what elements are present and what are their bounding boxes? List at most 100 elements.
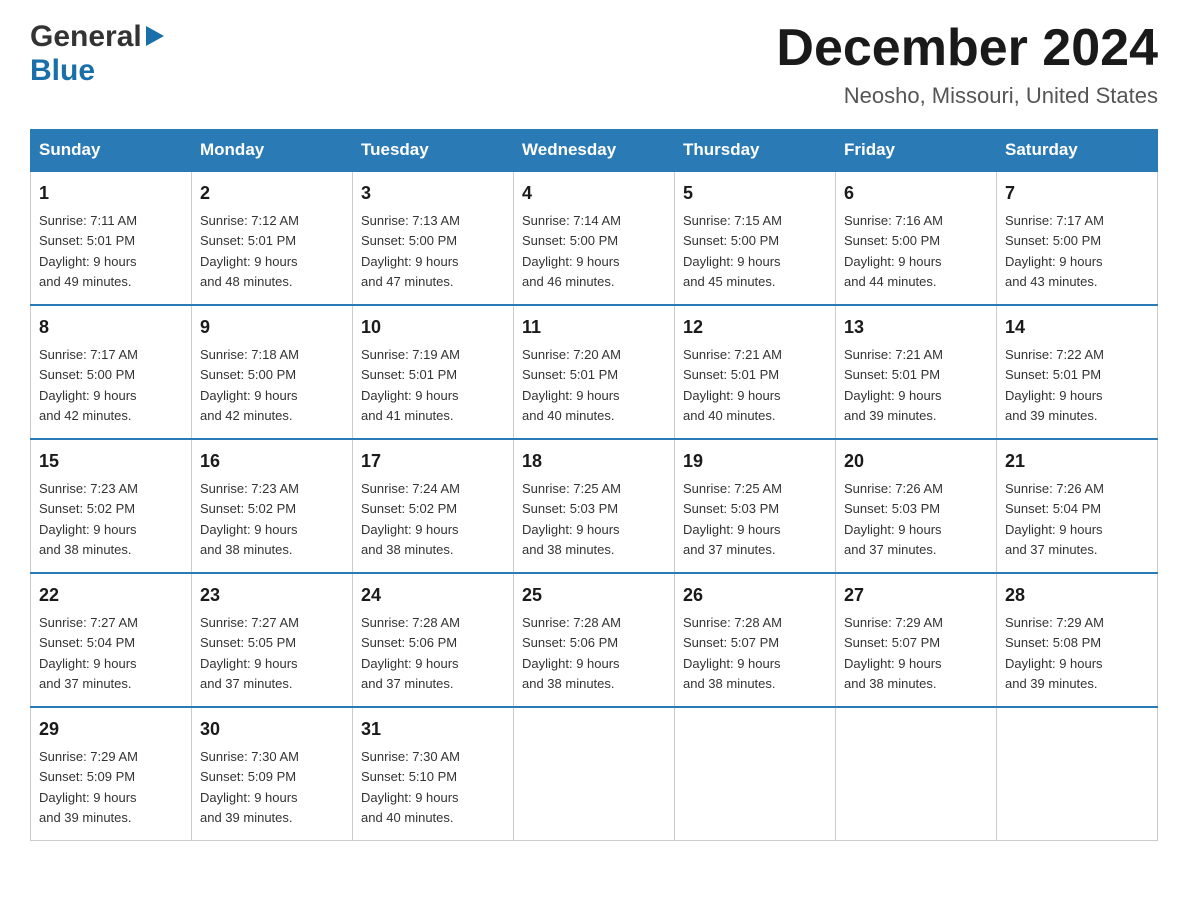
calendar-table: Sunday Monday Tuesday Wednesday Thursday… [30,129,1158,841]
calendar-cell: 31 Sunrise: 7:30 AMSunset: 5:10 PMDaylig… [353,707,514,841]
day-number: 5 [683,180,827,207]
day-number: 30 [200,716,344,743]
calendar-cell: 19 Sunrise: 7:25 AMSunset: 5:03 PMDaylig… [675,439,836,573]
day-info: Sunrise: 7:19 AMSunset: 5:01 PMDaylight:… [361,347,460,423]
day-number: 12 [683,314,827,341]
calendar-cell: 9 Sunrise: 7:18 AMSunset: 5:00 PMDayligh… [192,305,353,439]
calendar-week-row: 29 Sunrise: 7:29 AMSunset: 5:09 PMDaylig… [31,707,1158,841]
calendar-cell: 26 Sunrise: 7:28 AMSunset: 5:07 PMDaylig… [675,573,836,707]
logo: General Blue [30,20,164,88]
calendar-cell: 7 Sunrise: 7:17 AMSunset: 5:00 PMDayligh… [997,171,1158,305]
calendar-cell: 23 Sunrise: 7:27 AMSunset: 5:05 PMDaylig… [192,573,353,707]
day-number: 14 [1005,314,1149,341]
header-saturday: Saturday [997,130,1158,172]
day-number: 31 [361,716,505,743]
day-number: 1 [39,180,183,207]
title-section: December 2024 Neosho, Missouri, United S… [776,20,1158,109]
day-number: 6 [844,180,988,207]
day-info: Sunrise: 7:13 AMSunset: 5:00 PMDaylight:… [361,213,460,289]
day-number: 10 [361,314,505,341]
calendar-cell [675,707,836,841]
day-info: Sunrise: 7:29 AMSunset: 5:08 PMDaylight:… [1005,615,1104,691]
calendar-cell: 3 Sunrise: 7:13 AMSunset: 5:00 PMDayligh… [353,171,514,305]
header-monday: Monday [192,130,353,172]
calendar-cell: 8 Sunrise: 7:17 AMSunset: 5:00 PMDayligh… [31,305,192,439]
calendar-cell: 5 Sunrise: 7:15 AMSunset: 5:00 PMDayligh… [675,171,836,305]
header-sunday: Sunday [31,130,192,172]
header-thursday: Thursday [675,130,836,172]
header-tuesday: Tuesday [353,130,514,172]
day-info: Sunrise: 7:26 AMSunset: 5:04 PMDaylight:… [1005,481,1104,557]
calendar-week-row: 15 Sunrise: 7:23 AMSunset: 5:02 PMDaylig… [31,439,1158,573]
calendar-cell: 21 Sunrise: 7:26 AMSunset: 5:04 PMDaylig… [997,439,1158,573]
day-number: 19 [683,448,827,475]
day-number: 26 [683,582,827,609]
header-friday: Friday [836,130,997,172]
day-number: 8 [39,314,183,341]
calendar-cell: 13 Sunrise: 7:21 AMSunset: 5:01 PMDaylig… [836,305,997,439]
day-info: Sunrise: 7:25 AMSunset: 5:03 PMDaylight:… [522,481,621,557]
day-info: Sunrise: 7:28 AMSunset: 5:06 PMDaylight:… [522,615,621,691]
day-info: Sunrise: 7:14 AMSunset: 5:00 PMDaylight:… [522,213,621,289]
day-info: Sunrise: 7:15 AMSunset: 5:00 PMDaylight:… [683,213,782,289]
calendar-cell: 11 Sunrise: 7:20 AMSunset: 5:01 PMDaylig… [514,305,675,439]
calendar-cell: 28 Sunrise: 7:29 AMSunset: 5:08 PMDaylig… [997,573,1158,707]
day-number: 16 [200,448,344,475]
day-number: 13 [844,314,988,341]
day-info: Sunrise: 7:29 AMSunset: 5:07 PMDaylight:… [844,615,943,691]
day-info: Sunrise: 7:22 AMSunset: 5:01 PMDaylight:… [1005,347,1104,423]
calendar-cell: 22 Sunrise: 7:27 AMSunset: 5:04 PMDaylig… [31,573,192,707]
day-info: Sunrise: 7:26 AMSunset: 5:03 PMDaylight:… [844,481,943,557]
calendar-cell: 25 Sunrise: 7:28 AMSunset: 5:06 PMDaylig… [514,573,675,707]
day-info: Sunrise: 7:23 AMSunset: 5:02 PMDaylight:… [200,481,299,557]
day-number: 18 [522,448,666,475]
day-number: 28 [1005,582,1149,609]
day-info: Sunrise: 7:17 AMSunset: 5:00 PMDaylight:… [1005,213,1104,289]
day-number: 27 [844,582,988,609]
day-info: Sunrise: 7:17 AMSunset: 5:00 PMDaylight:… [39,347,138,423]
day-info: Sunrise: 7:28 AMSunset: 5:06 PMDaylight:… [361,615,460,691]
day-info: Sunrise: 7:20 AMSunset: 5:01 PMDaylight:… [522,347,621,423]
day-number: 17 [361,448,505,475]
calendar-cell: 27 Sunrise: 7:29 AMSunset: 5:07 PMDaylig… [836,573,997,707]
calendar-cell: 30 Sunrise: 7:30 AMSunset: 5:09 PMDaylig… [192,707,353,841]
day-number: 22 [39,582,183,609]
day-number: 3 [361,180,505,207]
calendar-cell: 18 Sunrise: 7:25 AMSunset: 5:03 PMDaylig… [514,439,675,573]
calendar-cell [514,707,675,841]
day-info: Sunrise: 7:12 AMSunset: 5:01 PMDaylight:… [200,213,299,289]
calendar-cell: 14 Sunrise: 7:22 AMSunset: 5:01 PMDaylig… [997,305,1158,439]
day-info: Sunrise: 7:30 AMSunset: 5:09 PMDaylight:… [200,749,299,825]
calendar-cell: 20 Sunrise: 7:26 AMSunset: 5:03 PMDaylig… [836,439,997,573]
calendar-title: December 2024 [776,20,1158,77]
calendar-cell: 24 Sunrise: 7:28 AMSunset: 5:06 PMDaylig… [353,573,514,707]
calendar-header-row: Sunday Monday Tuesday Wednesday Thursday… [31,130,1158,172]
day-info: Sunrise: 7:24 AMSunset: 5:02 PMDaylight:… [361,481,460,557]
day-info: Sunrise: 7:25 AMSunset: 5:03 PMDaylight:… [683,481,782,557]
calendar-cell: 16 Sunrise: 7:23 AMSunset: 5:02 PMDaylig… [192,439,353,573]
calendar-cell: 10 Sunrise: 7:19 AMSunset: 5:01 PMDaylig… [353,305,514,439]
day-info: Sunrise: 7:28 AMSunset: 5:07 PMDaylight:… [683,615,782,691]
calendar-week-row: 8 Sunrise: 7:17 AMSunset: 5:00 PMDayligh… [31,305,1158,439]
day-number: 23 [200,582,344,609]
calendar-cell: 12 Sunrise: 7:21 AMSunset: 5:01 PMDaylig… [675,305,836,439]
day-info: Sunrise: 7:27 AMSunset: 5:04 PMDaylight:… [39,615,138,691]
logo-arrow-icon [146,26,164,51]
logo-general-text: General [30,20,142,54]
calendar-cell: 29 Sunrise: 7:29 AMSunset: 5:09 PMDaylig… [31,707,192,841]
day-number: 29 [39,716,183,743]
day-number: 4 [522,180,666,207]
day-info: Sunrise: 7:27 AMSunset: 5:05 PMDaylight:… [200,615,299,691]
calendar-subtitle: Neosho, Missouri, United States [776,83,1158,109]
day-number: 15 [39,448,183,475]
day-info: Sunrise: 7:18 AMSunset: 5:00 PMDaylight:… [200,347,299,423]
calendar-week-row: 22 Sunrise: 7:27 AMSunset: 5:04 PMDaylig… [31,573,1158,707]
day-number: 20 [844,448,988,475]
day-number: 21 [1005,448,1149,475]
day-info: Sunrise: 7:21 AMSunset: 5:01 PMDaylight:… [683,347,782,423]
day-info: Sunrise: 7:16 AMSunset: 5:00 PMDaylight:… [844,213,943,289]
calendar-cell: 6 Sunrise: 7:16 AMSunset: 5:00 PMDayligh… [836,171,997,305]
day-number: 25 [522,582,666,609]
day-info: Sunrise: 7:21 AMSunset: 5:01 PMDaylight:… [844,347,943,423]
logo-blue-text: Blue [30,54,95,88]
